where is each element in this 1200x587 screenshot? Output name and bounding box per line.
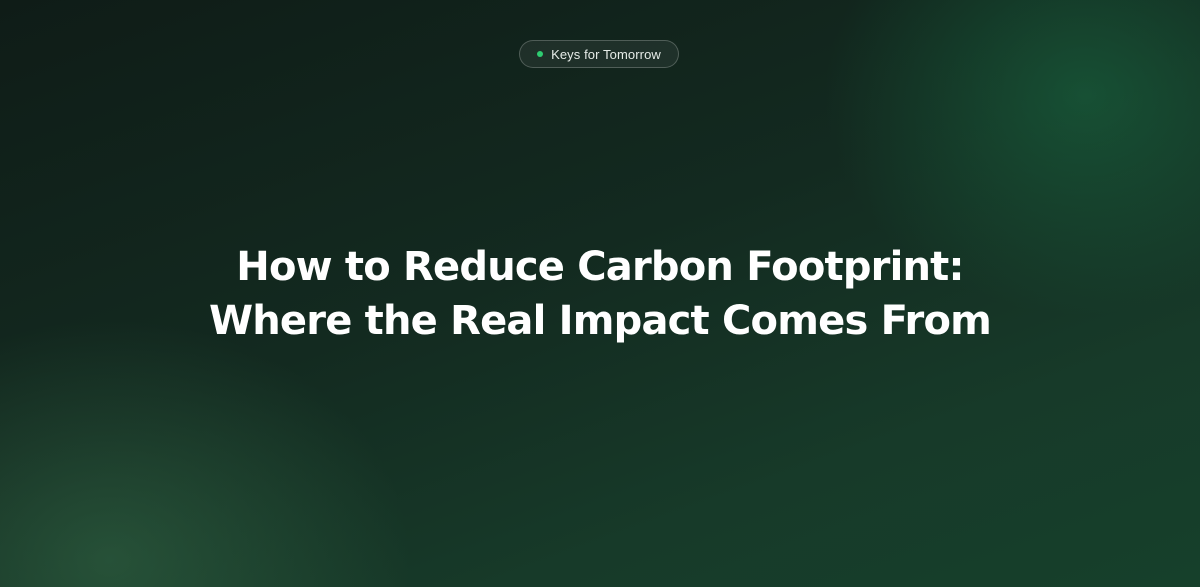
page-title-line-2: Where the Real Impact Comes From [208,298,992,344]
category-badge[interactable]: Keys for Tomorrow [519,40,679,68]
category-badge-label: Keys for Tomorrow [551,46,661,62]
status-dot-icon [537,51,544,57]
page-title-line-1: How to Reduce Carbon Footprint: [236,244,964,290]
hero-section: Keys for Tomorrow How to Reduce Carbon F… [0,0,1200,587]
page-title: How to Reduce Carbon Footprint: Where th… [100,240,1100,348]
